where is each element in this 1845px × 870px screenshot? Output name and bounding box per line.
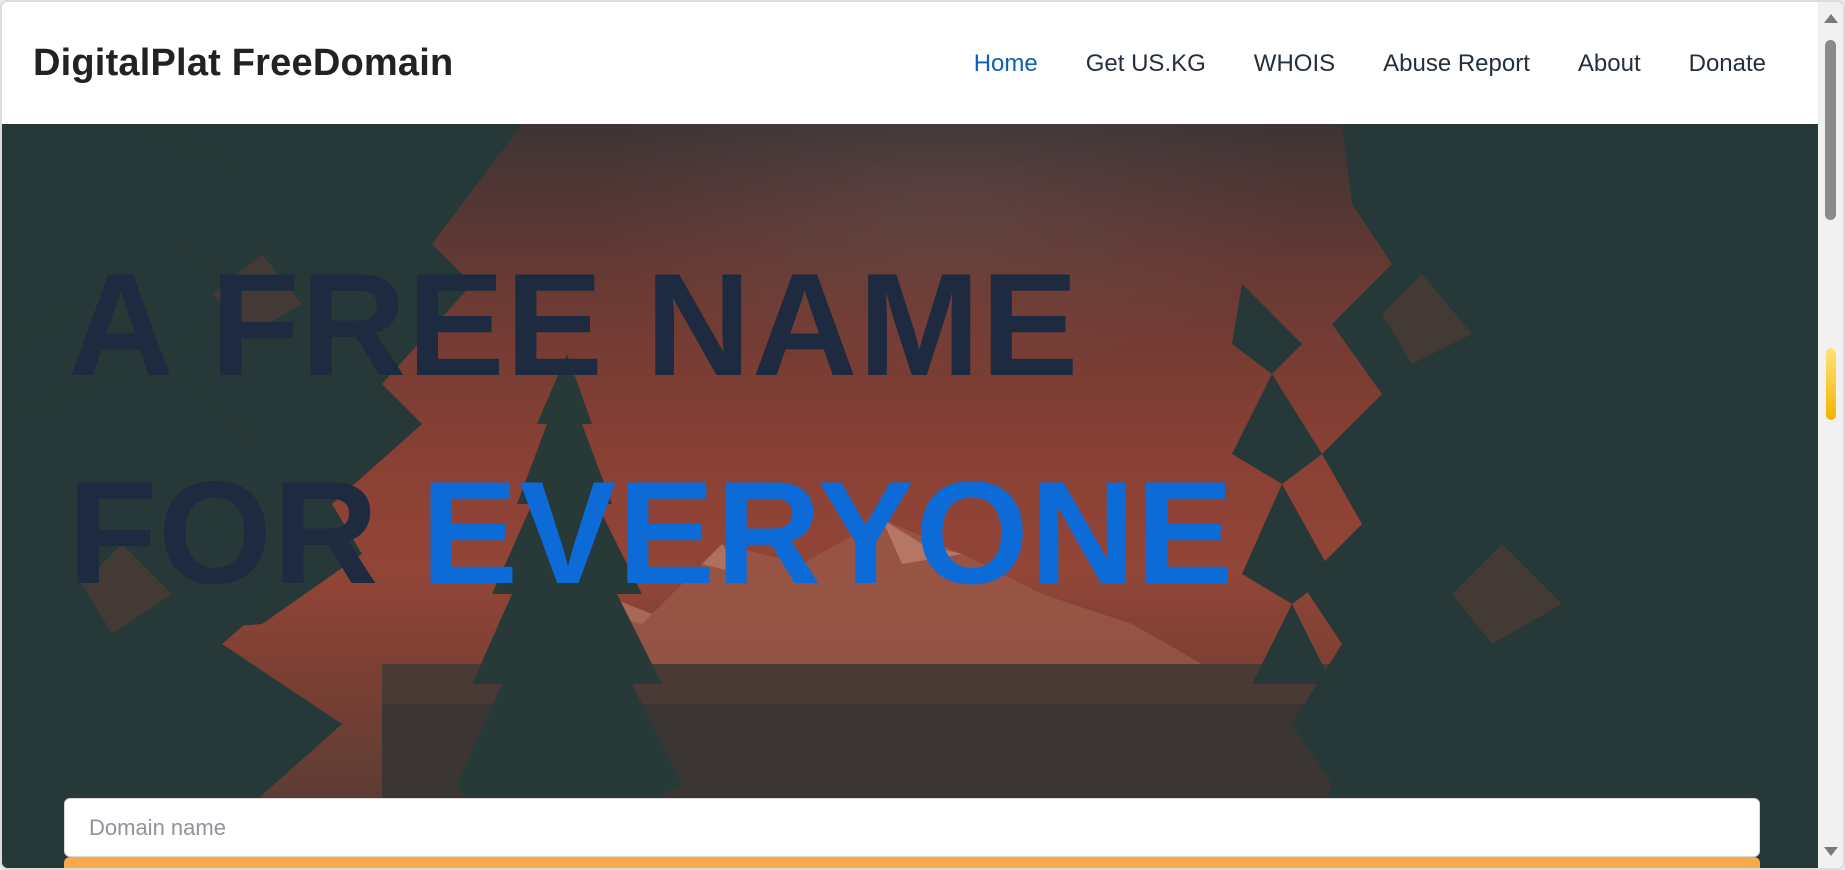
hero-headline-line1: A FREE NAME — [68, 243, 1080, 406]
nav-donate[interactable]: Donate — [1689, 50, 1766, 78]
page-scrollbar[interactable] — [1818, 2, 1843, 868]
nav-about[interactable]: About — [1578, 50, 1641, 78]
nav-abuse-report[interactable]: Abuse Report — [1383, 50, 1530, 78]
nav-get-us-kg[interactable]: Get US.KG — [1086, 50, 1206, 78]
scrollbar-thumb[interactable] — [1825, 40, 1836, 220]
site-header: DigitalPlat FreeDomain Home Get US.KG WH… — [2, 2, 1820, 124]
domain-search — [64, 798, 1760, 868]
nav-whois[interactable]: WHOIS — [1254, 50, 1335, 78]
browser-window: DigitalPlat FreeDomain Home Get US.KG WH… — [0, 0, 1845, 870]
hero-headline: A FREE NAME FOR EVERYONE — [68, 221, 1235, 637]
domain-name-input[interactable] — [64, 798, 1760, 857]
scroll-up-arrow-icon[interactable] — [1824, 14, 1838, 23]
hero-headline-prefix: FOR — [68, 451, 421, 614]
hero-headline-line2: FOR EVERYONE — [68, 429, 1235, 637]
hero-section: A FREE NAME FOR EVERYONE — [2, 124, 1820, 868]
nav-home[interactable]: Home — [974, 50, 1038, 78]
search-submit-button[interactable] — [64, 857, 1760, 868]
hero-headline-accent: EVERYONE — [420, 451, 1235, 614]
scroll-down-arrow-icon[interactable] — [1824, 847, 1838, 856]
scroll-highlight-marker — [1826, 348, 1836, 420]
main-nav: Home Get US.KG WHOIS Abuse Report About … — [926, 50, 1766, 78]
site-brand[interactable]: DigitalPlat FreeDomain — [33, 42, 453, 85]
page-viewport: DigitalPlat FreeDomain Home Get US.KG WH… — [2, 2, 1820, 868]
